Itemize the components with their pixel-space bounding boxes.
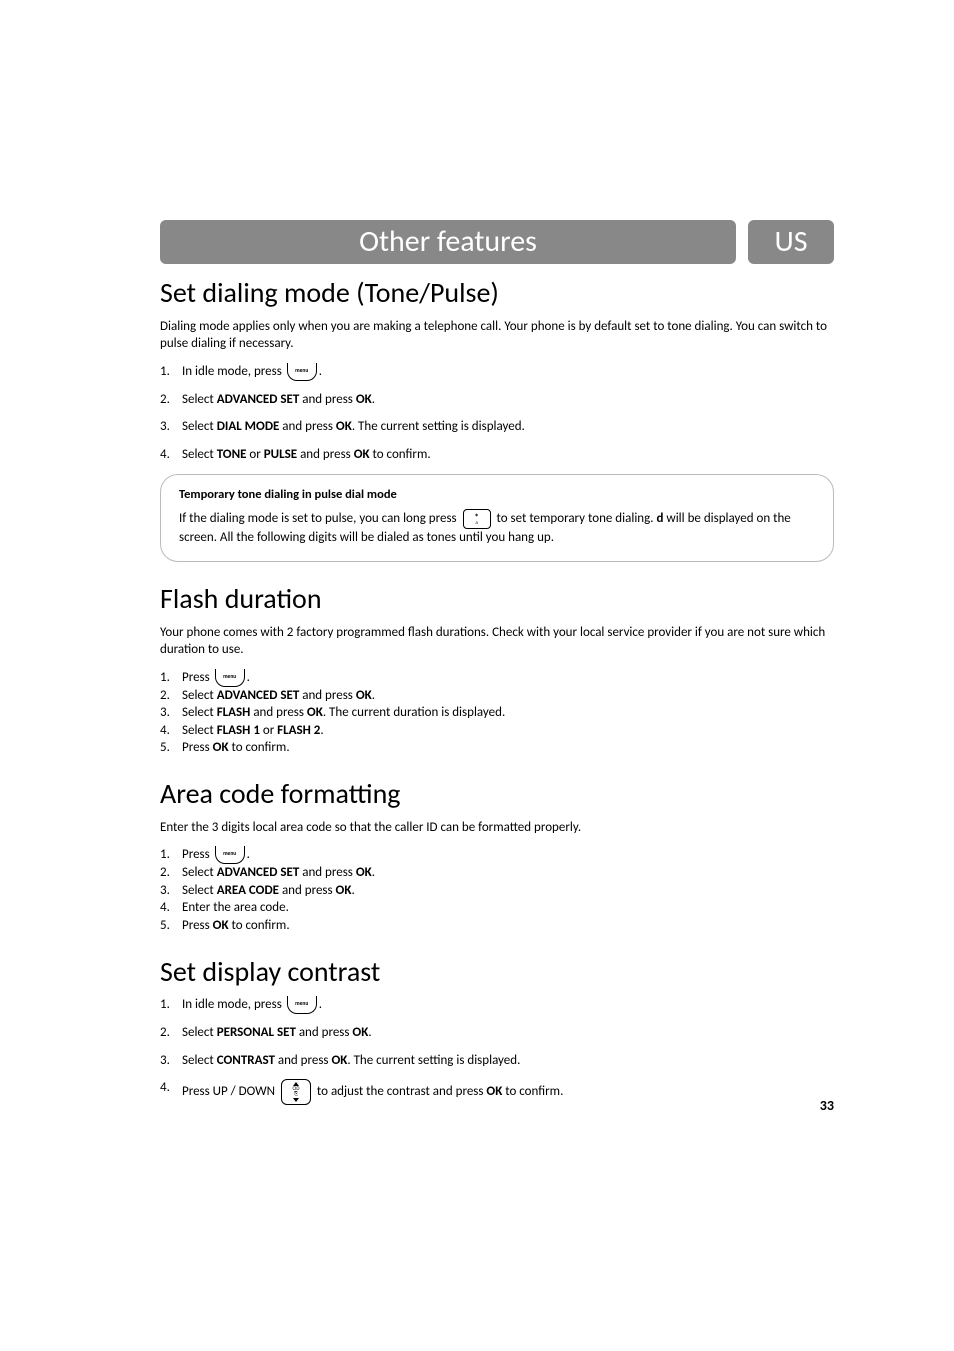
area-steps: Press menu. Select ADVANCED SET and pres… bbox=[160, 846, 834, 934]
page-number: 33 bbox=[820, 1097, 834, 1116]
list-item: Select ADVANCED SET and press OK. bbox=[160, 391, 834, 409]
heading-display-contrast: Set display contrast bbox=[160, 953, 834, 991]
list-item: Press menu. bbox=[160, 846, 834, 864]
list-item: Press OK to confirm. bbox=[160, 917, 834, 935]
list-item: Select CONTRAST and press OK. The curren… bbox=[160, 1052, 834, 1070]
heading-area-code: Area code formatting bbox=[160, 775, 834, 813]
heading-dialing-mode: Set dialing mode (Tone/Pulse) bbox=[160, 274, 834, 312]
menu-key-icon: menu bbox=[215, 669, 245, 687]
list-item: Select AREA CODE and press OK. bbox=[160, 882, 834, 900]
contrast-steps: In idle mode, press menu. Select PERSONA… bbox=[160, 996, 834, 1105]
dialing-intro: Dialing mode applies only when you are m… bbox=[160, 318, 834, 353]
locale-badge: US bbox=[748, 220, 834, 264]
chapter-title: Other features bbox=[160, 220, 736, 264]
callout-body: If the dialing mode is set to pulse, you… bbox=[179, 509, 815, 547]
callout-temporary-tone: Temporary tone dialing in pulse dial mod… bbox=[160, 474, 834, 562]
nav-key-icon: CID⎘ bbox=[281, 1079, 311, 1105]
flash-intro: Your phone comes with 2 factory programm… bbox=[160, 624, 834, 659]
list-item: Select DIAL MODE and press OK. The curre… bbox=[160, 418, 834, 436]
list-item: Press menu. bbox=[160, 669, 834, 687]
dialing-steps: In idle mode, press menu. Select ADVANCE… bbox=[160, 363, 834, 464]
menu-key-icon: menu bbox=[287, 996, 317, 1014]
star-key-icon: *a bbox=[463, 509, 491, 529]
list-item: In idle mode, press menu. bbox=[160, 996, 834, 1014]
list-item: Press UP / DOWN CID⎘ to adjust the contr… bbox=[160, 1079, 834, 1105]
header-bar: Other features US bbox=[160, 220, 834, 264]
list-item: Enter the area code. bbox=[160, 899, 834, 917]
list-item: In idle mode, press menu. bbox=[160, 363, 834, 381]
list-item: Select TONE or PULSE and press OK to con… bbox=[160, 446, 834, 464]
menu-key-icon: menu bbox=[215, 846, 245, 864]
heading-flash-duration: Flash duration bbox=[160, 580, 834, 618]
list-item: Select FLASH and press OK. The current d… bbox=[160, 704, 834, 722]
menu-key-icon: menu bbox=[287, 363, 317, 381]
flash-steps: Press menu. Select ADVANCED SET and pres… bbox=[160, 669, 834, 757]
list-item: Press OK to confirm. bbox=[160, 739, 834, 757]
callout-title: Temporary tone dialing in pulse dial mod… bbox=[179, 487, 815, 504]
list-item: Select ADVANCED SET and press OK. bbox=[160, 864, 834, 882]
area-intro: Enter the 3 digits local area code so th… bbox=[160, 819, 834, 837]
list-item: Select ADVANCED SET and press OK. bbox=[160, 687, 834, 705]
list-item: Select FLASH 1 or FLASH 2. bbox=[160, 722, 834, 740]
list-item: Select PERSONAL SET and press OK. bbox=[160, 1024, 834, 1042]
